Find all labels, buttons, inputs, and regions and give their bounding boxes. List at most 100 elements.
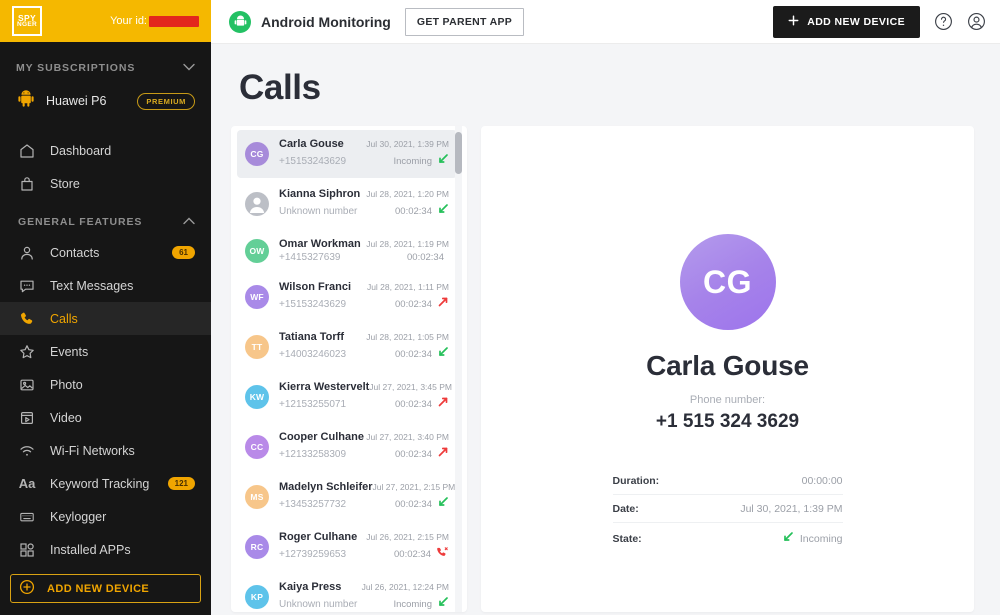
call-phone-number: Unknown number bbox=[279, 598, 358, 610]
sidebar-item-events[interactable]: Events bbox=[0, 335, 211, 368]
call-timestamp: Jul 28, 2021, 1:11 PM bbox=[366, 282, 449, 292]
call-contact-name: Kianna Siphron bbox=[279, 188, 361, 200]
call-item-text: Kierra Westervelt Jul 27, 2021, 3:45 PM +1… bbox=[279, 381, 452, 413]
call-list-item[interactable]: RC Roger Culhane Jul 26, 2021, 2:15 PM +127… bbox=[237, 523, 457, 571]
get-parent-app-button[interactable]: GET PARENT APP bbox=[404, 7, 525, 36]
call-item-text: Tatiana Torff Jul 28, 2021, 1:05 PM +14003… bbox=[279, 331, 449, 363]
call-contact-name: Carla Gouse bbox=[279, 138, 344, 150]
avatar: KW bbox=[245, 385, 269, 409]
call-list-item[interactable]: KW Kierra Westervelt Jul 27, 2021, 3:45 PM… bbox=[237, 373, 457, 421]
sidebar-item-label: Keyword Tracking bbox=[50, 476, 150, 491]
sidebar-item-store[interactable]: Store bbox=[0, 167, 211, 200]
call-list-item[interactable]: CG Carla Gouse Jul 30, 2021, 1:39 PM +15153… bbox=[237, 130, 457, 178]
call-contact-name: Cooper Culhane bbox=[279, 431, 364, 443]
detail-row-label: Duration: bbox=[612, 475, 660, 487]
your-id: Your id: bbox=[110, 15, 199, 27]
call-item-top-line: Madelyn Schleifer Jul 27, 2021, 2:15 PM bbox=[279, 481, 455, 493]
sidebar-item-installed-apps[interactable]: Installed APPs bbox=[0, 533, 211, 566]
call-timestamp: Jul 27, 2021, 3:40 PM bbox=[366, 432, 449, 442]
call-type-missed-icon bbox=[436, 545, 449, 563]
call-phone-number: +15153243629 bbox=[279, 298, 347, 310]
sidebar-item-keyword-tracking[interactable]: Aa Keyword Tracking 121 bbox=[0, 467, 211, 500]
call-item-text: Roger Culhane Jul 26, 2021, 2:15 PM +12739… bbox=[279, 531, 449, 563]
spynger-logo[interactable]: SPY NGER bbox=[12, 6, 42, 37]
keyword-tracking-badge: 121 bbox=[167, 477, 195, 491]
detail-row: Duration: 00:00:00 bbox=[612, 467, 843, 495]
call-duration: 00:02:34 bbox=[395, 348, 432, 360]
sidebar-item-dashboard[interactable]: Dashboard bbox=[0, 134, 211, 167]
call-type-outgoing-icon bbox=[437, 295, 449, 313]
sidebar-item-photo[interactable]: Photo bbox=[0, 368, 211, 401]
call-item-top-line: Tatiana Torff Jul 28, 2021, 1:05 PM bbox=[279, 331, 449, 343]
sidebar-add-new-device-button[interactable]: ADD NEW DEVICE bbox=[10, 574, 201, 603]
call-item-bottom-line: +15153243629 00:02:34 bbox=[279, 295, 449, 313]
person-icon bbox=[18, 244, 36, 262]
sidebar-item-calls[interactable]: Calls bbox=[0, 302, 211, 336]
avatar: TT bbox=[245, 335, 269, 359]
app-root: SPY NGER Your id: MY SUBSCRIPTIONS Huawe… bbox=[0, 0, 1000, 615]
call-list-item[interactable]: CC Cooper Culhane Jul 27, 2021, 3:40 PM +12… bbox=[237, 423, 457, 471]
avatar bbox=[245, 192, 269, 216]
call-item-text: Carla Gouse Jul 30, 2021, 1:39 PM +1515324… bbox=[279, 138, 449, 170]
calls-list-scrollbar-thumb[interactable] bbox=[455, 132, 462, 174]
general-features-header[interactable]: GENERAL FEATURES bbox=[0, 200, 211, 236]
call-list-item[interactable]: MS Madelyn Schleifer Jul 27, 2021, 2:15 PM… bbox=[237, 473, 457, 521]
android-icon bbox=[229, 10, 251, 33]
call-item-bottom-line: +12153255071 00:02:34 bbox=[279, 395, 449, 413]
avatar: CG bbox=[245, 142, 269, 166]
call-item-top-line: Cooper Culhane Jul 27, 2021, 3:40 PM bbox=[279, 431, 449, 443]
call-item-bottom-line: +14003246023 00:02:34 bbox=[279, 345, 449, 363]
text-aa-icon: Aa bbox=[18, 476, 36, 492]
call-item-top-line: Kaiya Press Jul 26, 2021, 12:24 PM bbox=[279, 581, 449, 593]
sidebar-item-keylogger[interactable]: Keylogger bbox=[0, 500, 211, 533]
call-item-top-line: Roger Culhane Jul 26, 2021, 2:15 PM bbox=[279, 531, 449, 543]
call-item-text: Wilson Franci Jul 28, 2021, 1:11 PM +15153… bbox=[279, 281, 449, 313]
call-meta: 00:02:34 bbox=[394, 545, 449, 563]
detail-row-value: Jul 30, 2021, 1:39 PM bbox=[740, 503, 842, 515]
call-duration: 00:02:34 bbox=[395, 205, 432, 217]
call-timestamp: Jul 27, 2021, 3:45 PM bbox=[369, 382, 452, 392]
detail-avatar: CG bbox=[679, 234, 776, 330]
call-contact-name: Kierra Westervelt bbox=[279, 381, 370, 393]
call-phone-number: +12133258309 bbox=[279, 448, 347, 460]
message-icon bbox=[18, 277, 36, 295]
sidebar-item-text-messages[interactable]: Text Messages bbox=[0, 269, 211, 302]
avatar: KP bbox=[245, 585, 269, 609]
detail-phone-number: +1 515 324 3629 bbox=[655, 411, 800, 432]
call-list-item[interactable]: Kianna Siphron Jul 28, 2021, 1:20 PM Unkno… bbox=[237, 180, 457, 228]
call-duration: 00:02:34 bbox=[395, 398, 432, 410]
call-timestamp: Jul 27, 2021, 2:15 PM bbox=[372, 482, 456, 492]
calls-list-scrollbar[interactable] bbox=[455, 126, 462, 612]
sidebar-item-wifi-networks[interactable]: Wi-Fi Networks bbox=[0, 434, 211, 467]
avatar: RC bbox=[245, 535, 269, 559]
call-list-item[interactable]: WF Wilson Franci Jul 28, 2021, 1:11 PM +151… bbox=[237, 273, 457, 321]
account-circle-icon[interactable] bbox=[967, 12, 986, 31]
subscription-device-row[interactable]: Huawei P6 PREMIUM bbox=[0, 84, 211, 126]
call-duration: 00:02:34 bbox=[394, 548, 431, 560]
calls-list[interactable]: CG Carla Gouse Jul 30, 2021, 1:39 PM +15153… bbox=[231, 126, 467, 612]
call-list-item[interactable]: TT Tatiana Torff Jul 28, 2021, 1:05 PM +140… bbox=[237, 323, 457, 371]
my-subscriptions-label: MY SUBSCRIPTIONS bbox=[16, 62, 136, 75]
call-phone-number: +12153255071 bbox=[279, 398, 347, 410]
call-list-item[interactable]: KP Kaiya Press Jul 26, 2021, 12:24 PM Unkno… bbox=[237, 573, 457, 612]
sidebar-item-contacts[interactable]: Contacts 61 bbox=[0, 236, 211, 269]
help-circle-icon[interactable] bbox=[934, 12, 953, 31]
call-list-item[interactable]: OW Omar Workman Jul 28, 2021, 1:19 PM +1415… bbox=[237, 230, 457, 271]
call-item-text: Kianna Siphron Jul 28, 2021, 1:20 PM Unkno… bbox=[279, 188, 449, 220]
call-phone-number: Unknown number bbox=[279, 205, 358, 217]
detail-row-value: Incoming bbox=[782, 531, 843, 546]
content-area: Calls CG Carla Gouse Jul 30, 2021, 1:39 PM… bbox=[211, 44, 1000, 615]
sidebar-add-device-label: ADD NEW DEVICE bbox=[47, 582, 150, 595]
add-new-device-button[interactable]: ADD NEW DEVICE bbox=[773, 5, 920, 38]
call-meta: 00:02:34 bbox=[395, 445, 449, 463]
bag-icon bbox=[18, 175, 36, 193]
call-item-top-line: Carla Gouse Jul 30, 2021, 1:39 PM bbox=[279, 138, 449, 150]
sidebar-item-video[interactable]: Video bbox=[0, 401, 211, 434]
my-subscriptions-header[interactable]: MY SUBSCRIPTIONS bbox=[0, 42, 211, 84]
avatar: OW bbox=[245, 238, 269, 263]
call-contact-name: Omar Workman bbox=[279, 238, 361, 250]
call-meta: 00:02:34 bbox=[395, 345, 449, 363]
call-contact-name: Roger Culhane bbox=[279, 531, 358, 543]
top-bar-right: ADD NEW DEVICE bbox=[773, 5, 986, 38]
sidebar-nav: Dashboard Store GENERAL FEATURES Contact… bbox=[0, 126, 211, 566]
